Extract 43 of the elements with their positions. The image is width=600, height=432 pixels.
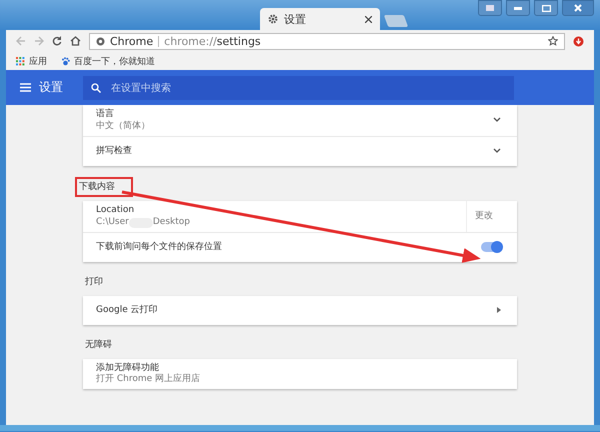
folder-path: C:\User (96, 217, 129, 228)
chevron-down-icon[interactable] (493, 148, 501, 154)
search-field[interactable]: 在设置中搜索 (83, 76, 514, 100)
extension-icon[interactable] (573, 36, 584, 46)
section-title: 下载内容 (77, 178, 131, 196)
bookmark[interactable]: 百度一下，你就知道 (61, 54, 155, 68)
setting-value: 中文（简体） (96, 120, 151, 132)
section-title: 打印 (84, 276, 104, 289)
section-title: 无障碍 (84, 338, 113, 352)
search-icon (91, 82, 101, 92)
address-bar[interactable]: Chrome chrome://settings (89, 32, 565, 50)
maximize-button[interactable] (534, 0, 558, 16)
minimize-button[interactable] (506, 0, 530, 16)
chevron-down-icon[interactable] (493, 117, 501, 124)
minimize-icon (514, 6, 522, 10)
setting-label: 语言 (96, 109, 115, 120)
star-icon[interactable] (548, 36, 558, 46)
setting-label: Google 云打印 (96, 304, 159, 316)
setting-label: Location (96, 205, 136, 216)
setting-description: 打开 Chrome 网上应用店 (96, 374, 202, 386)
user-icon (485, 4, 495, 12)
paw-icon (61, 56, 70, 66)
menu-icon[interactable] (20, 83, 31, 92)
apps-grid-icon (16, 56, 25, 66)
gear-icon (268, 14, 278, 24)
home-icon[interactable] (70, 36, 81, 46)
change-button[interactable]: 更改 (466, 201, 501, 232)
setting-label: 添加无障碍功能 (96, 362, 160, 374)
maximize-icon (542, 4, 550, 12)
site-icon (96, 36, 105, 46)
close-icon (574, 4, 582, 12)
reload-icon[interactable] (52, 36, 62, 46)
close-tab-icon[interactable] (365, 16, 372, 22)
toggle-switch[interactable] (481, 242, 501, 252)
bookmark[interactable]: 应用 (16, 54, 47, 68)
setting-label: 下载前询问每个文件的保存位置 (96, 242, 222, 253)
folder-path: Desktop (152, 217, 190, 228)
close-button[interactable] (562, 0, 594, 16)
user-button[interactable] (478, 0, 502, 16)
page-title: 设置 (39, 79, 63, 96)
arrow-right-icon[interactable] (497, 307, 501, 314)
setting-label: 拼写检查 (96, 146, 133, 156)
browser-tab[interactable]: 设置 (260, 8, 380, 30)
